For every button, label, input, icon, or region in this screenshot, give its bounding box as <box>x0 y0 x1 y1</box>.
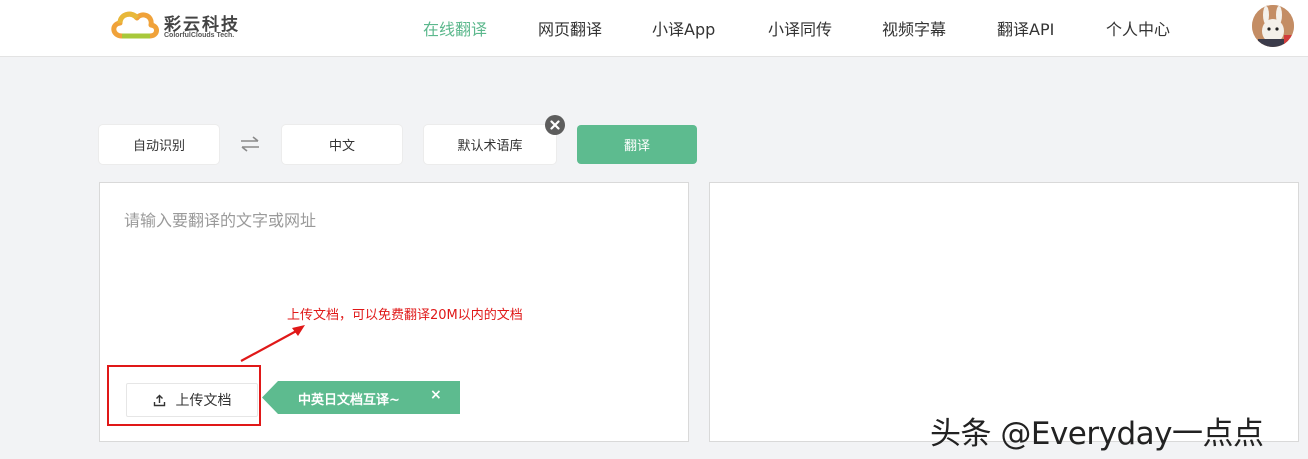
annotation-arrow-icon <box>240 325 305 362</box>
nav-api[interactable]: 翻译API <box>997 16 1054 40</box>
nav-simultaneous[interactable]: 小译同传 <box>768 16 832 40</box>
translation-output-panel <box>709 182 1299 442</box>
cloud-logo-icon <box>111 11 159 39</box>
upload-button-label: 上传文档 <box>175 393 232 409</box>
nav-web-translate[interactable]: 网页翻译 <box>538 16 602 40</box>
source-language-select[interactable]: 自动识别 <box>99 125 219 164</box>
close-circle-icon[interactable] <box>545 115 565 135</box>
upload-document-button[interactable]: 上传文档 <box>126 383 258 417</box>
upload-icon <box>153 394 165 406</box>
promo-close-button[interactable]: × <box>430 387 442 403</box>
annotation-text: 上传文档，可以免费翻译20M以内的文档 <box>287 308 523 323</box>
watermark: 头条 @Everyday一点点 <box>930 416 1264 452</box>
nav-online-translate[interactable]: 在线翻译 <box>423 16 487 40</box>
nav-app[interactable]: 小译App <box>652 16 715 40</box>
nav-personal-center[interactable]: 个人中心 <box>1106 16 1170 40</box>
brand-logo[interactable]: 彩云科技 ColorfulClouds Tech. <box>108 6 248 46</box>
translate-button[interactable]: 翻译 <box>577 125 697 164</box>
swap-arrows-icon[interactable] <box>239 135 261 153</box>
glossary-select[interactable]: 默认术语库 <box>424 125 556 164</box>
user-avatar[interactable] <box>1252 5 1294 47</box>
promo-text: 中英日文档互译~ <box>298 393 400 408</box>
avatar-illustration-icon <box>1252 5 1294 47</box>
nav-video-subtitles[interactable]: 视频字幕 <box>882 16 946 40</box>
brand-subtitle: ColorfulClouds Tech. <box>164 32 235 39</box>
target-language-select[interactable]: 中文 <box>282 125 402 164</box>
top-header: 彩云科技 ColorfulClouds Tech. 在线翻译 网页翻译 小译Ap… <box>0 0 1308 57</box>
promo-tag: 中英日文档互译~ × <box>262 381 460 414</box>
